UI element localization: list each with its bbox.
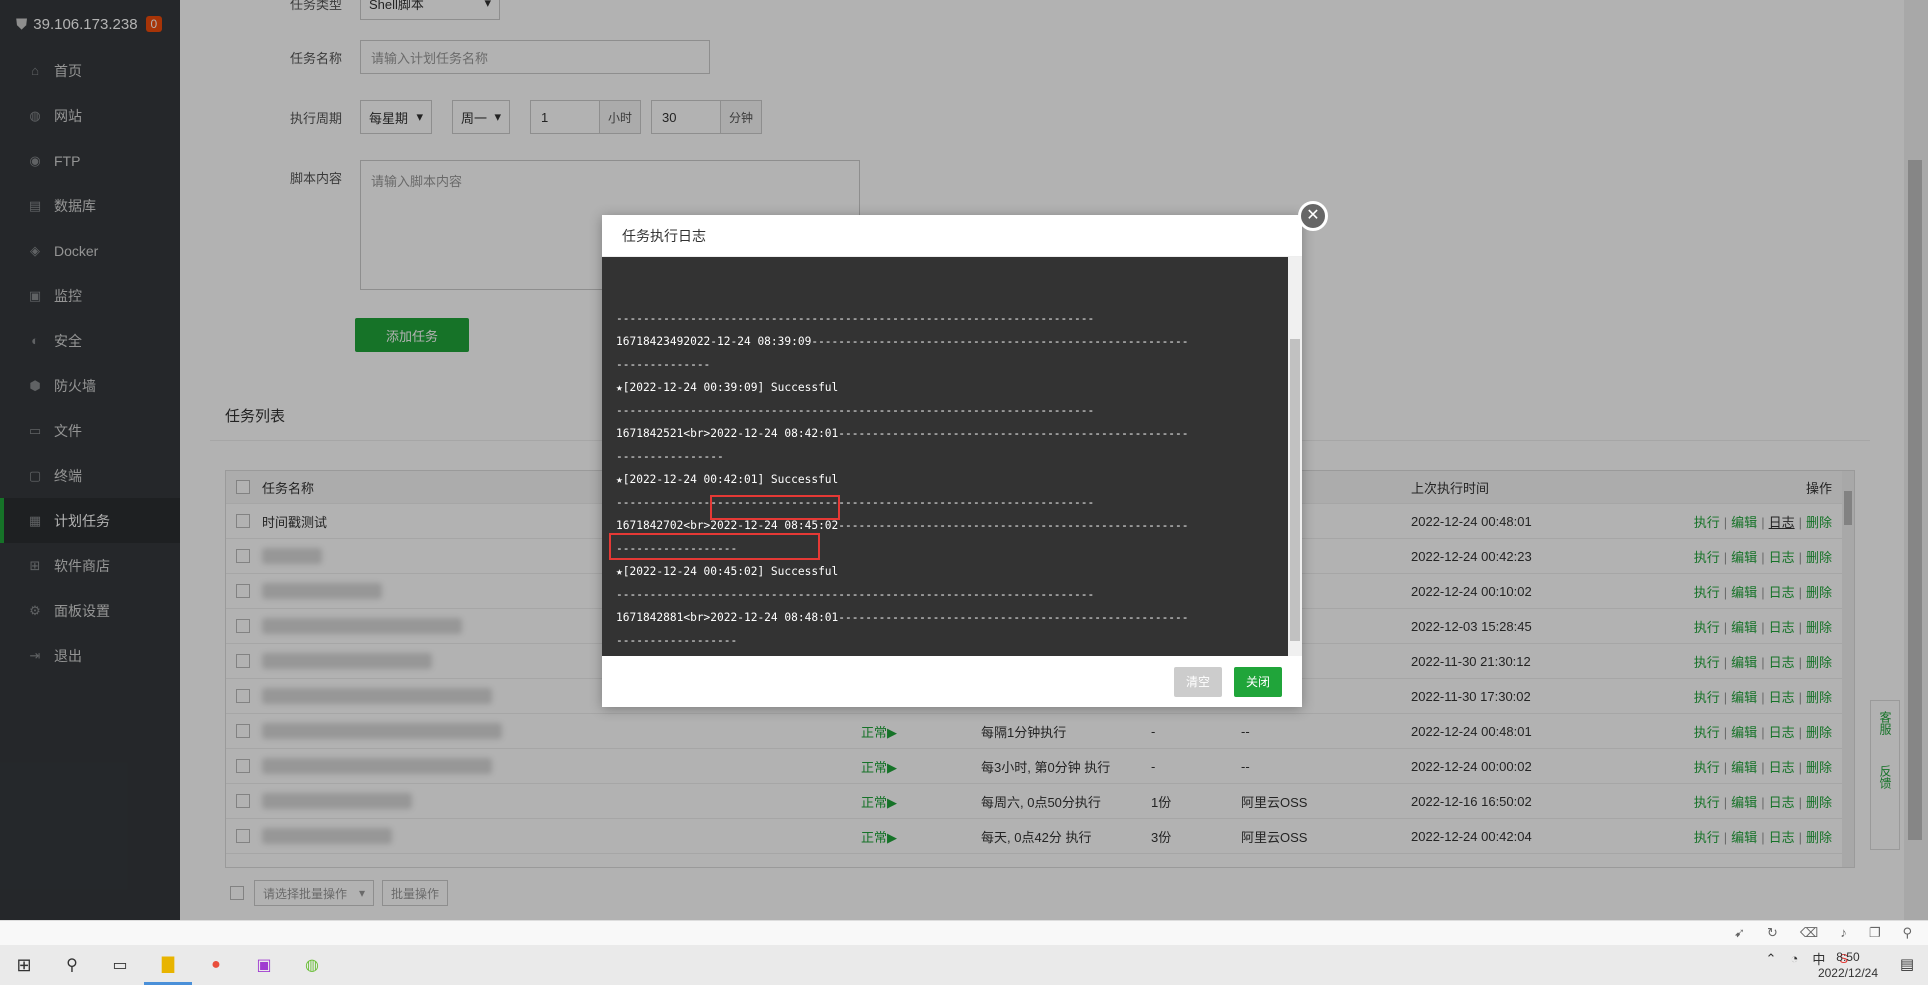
log-line: -------------- (616, 358, 711, 371)
notification-icon[interactable]: ▤ (1900, 955, 1914, 973)
highlight-box (609, 533, 820, 560)
browser-icon[interactable]: ● (192, 945, 240, 985)
log-line: ★[2022-12-24 00:42:01] Successful (616, 473, 839, 486)
file-explorer-icon[interactable]: ▇ (144, 945, 192, 985)
dialog-title: 任务执行日志 (602, 215, 1302, 257)
log-line: ----------------------------------------… (616, 588, 1095, 601)
log-line: ---------------- (616, 450, 724, 463)
clock-time: 8:50 (1836, 950, 1860, 964)
browser-status-bar: ➹ ↻ ⌫ ♪ ❐ ⚲ (0, 920, 1928, 945)
log-line: 16718423492022-12-24 08:39:09-----------… (616, 335, 1189, 348)
trash-icon[interactable]: ⌫ (1800, 925, 1818, 941)
zoom-icon[interactable]: ⚲ (1902, 925, 1912, 941)
sound-icon[interactable]: ♪ (1840, 925, 1847, 941)
log-line: ------------------ (616, 634, 738, 647)
phpstorm-icon[interactable]: ▣ (240, 945, 288, 985)
task-view-icon[interactable]: ▭ (96, 945, 144, 985)
close-button[interactable]: 关闭 (1233, 666, 1282, 697)
close-icon[interactable]: ✕ (1298, 201, 1328, 231)
taskbar: ⊞ ⚲ ▭ ▇ ● ▣ ◍ ⌃ ◔ 中 S 8:50 2022/12/24 ▤ (0, 945, 1928, 985)
clear-button[interactable]: 清空 (1173, 666, 1222, 697)
log-content: ----------------------------------------… (602, 257, 1302, 656)
log-scrollbar[interactable] (1288, 257, 1302, 656)
log-line: 1671842521<br>2022-12-24 08:42:01-------… (616, 427, 1189, 440)
search-icon[interactable]: ⚲ (48, 945, 96, 985)
dialog-footer: 清空 关闭 (602, 656, 1302, 707)
log-line: 1671842881<br>2022-12-24 08:48:01-------… (616, 611, 1189, 624)
window-icon[interactable]: ❐ (1869, 925, 1881, 941)
clock-date: 2022/12/24 (1817, 966, 1878, 980)
chevron-up-icon[interactable]: ⌃ (1766, 951, 1777, 967)
rocket-icon[interactable]: ➹ (1734, 925, 1745, 941)
log-scrollbar-thumb[interactable] (1290, 339, 1300, 641)
windows-start-icon[interactable]: ⊞ (0, 945, 48, 985)
log-dialog: 任务执行日志 ✕ -------------------------------… (602, 201, 1328, 707)
clock[interactable]: 8:50 2022/12/24 (1818, 949, 1878, 981)
highlight-box (710, 495, 840, 520)
log-line: ----------------------------------------… (616, 404, 1095, 417)
log-line: ★[2022-12-24 00:45:02] Successful (616, 565, 839, 578)
log-line: ----------------------------------------… (616, 312, 1095, 325)
log-line: ★[2022-12-24 00:39:09] Successful (616, 381, 839, 394)
refresh-icon[interactable]: ↻ (1767, 925, 1778, 941)
app-icon[interactable]: ◍ (288, 945, 336, 985)
tray-app-icon[interactable]: ◔ (1790, 951, 1798, 966)
